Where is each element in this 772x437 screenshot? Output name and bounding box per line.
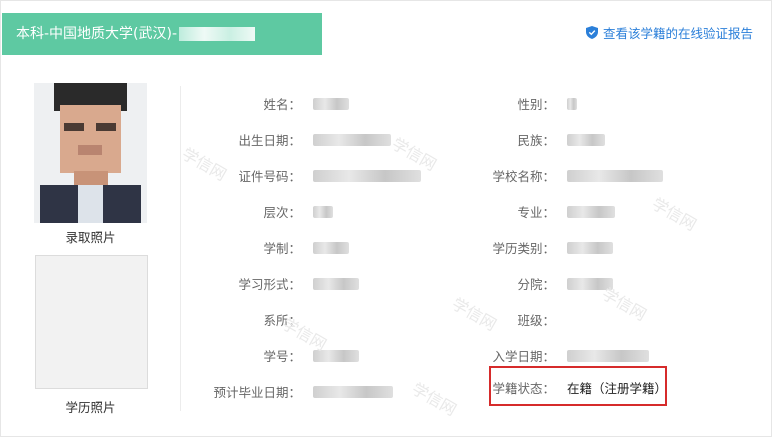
field-label-major: 专业：	[517, 205, 555, 220]
field-label-name: 姓名：	[263, 97, 301, 112]
watermark: 学信网	[408, 379, 460, 420]
field-label-expected-graduation: 预计毕业日期：	[213, 385, 301, 400]
watermark: 学信网	[178, 144, 230, 185]
degree-photo-label: 学历照片	[65, 400, 116, 415]
vertical-divider	[180, 86, 181, 411]
verify-report-label: 查看该学籍的在线验证报告	[602, 26, 753, 41]
field-value-branch	[567, 278, 613, 290]
watermark: 学信网	[448, 294, 500, 335]
watermark: 学信网	[648, 194, 700, 235]
shield-check-icon	[585, 26, 598, 39]
field-value-ethnicity	[567, 134, 605, 146]
field-label-department: 系所：	[263, 313, 301, 328]
field-value-name	[313, 98, 349, 110]
field-label-duration: 学制：	[263, 241, 301, 256]
field-value-gender	[567, 98, 577, 110]
field-value-id-number	[313, 170, 421, 182]
field-label-level: 层次：	[263, 205, 301, 220]
admission-photo	[34, 83, 147, 223]
field-value-expected-graduation	[313, 386, 393, 398]
verify-report-link[interactable]: 查看该学籍的在线验证报告	[585, 23, 753, 42]
field-label-ethnicity: 民族：	[517, 133, 555, 148]
field-label-student-id: 学号：	[263, 349, 301, 364]
field-label-gender: 性别：	[517, 97, 555, 112]
record-title: 本科-中国地质大学(武汉)-	[16, 26, 178, 42]
field-label-study-form: 学习形式：	[238, 277, 301, 292]
field-value-duration	[313, 242, 349, 254]
field-label-birthdate: 出生日期：	[238, 133, 301, 148]
status-highlight-box	[489, 366, 667, 406]
field-value-degree-type	[567, 242, 613, 254]
admission-photo-label: 录取照片	[65, 230, 116, 245]
field-label-class: 班级：	[517, 313, 555, 328]
field-label-branch: 分院：	[517, 277, 555, 292]
field-value-study-form	[313, 278, 359, 290]
redacted-name	[179, 27, 256, 41]
student-record-card: 本科-中国地质大学(武汉)- 查看该学籍的在线验证报告 录取照片 学历照片 姓名…	[0, 0, 772, 437]
field-label-degree-type: 学历类别：	[492, 241, 555, 256]
field-value-level	[313, 206, 333, 218]
field-value-enrollment-date	[567, 350, 649, 362]
field-label-enrollment-date: 入学日期：	[492, 349, 555, 364]
field-label-id-number: 证件号码：	[238, 169, 301, 184]
degree-photo-placeholder	[35, 255, 148, 389]
watermark: 学信网	[388, 134, 440, 175]
field-label-school-name: 学校名称：	[492, 169, 555, 184]
field-value-student-id	[313, 350, 359, 362]
field-value-school-name	[567, 170, 663, 182]
field-value-major	[567, 206, 615, 218]
field-value-birthdate	[313, 134, 391, 146]
record-title-tab: 本科-中国地质大学(武汉)-	[2, 13, 322, 55]
